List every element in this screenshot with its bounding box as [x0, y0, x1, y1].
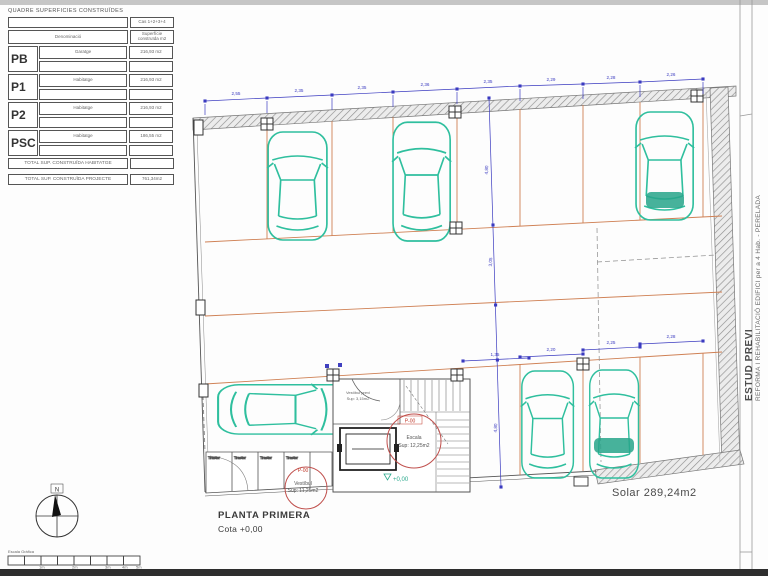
dim-label: 2,35 — [295, 88, 304, 93]
car-top-1 — [267, 132, 328, 240]
vestibul-name: Vestíbul — [294, 481, 312, 487]
compass-needle — [52, 495, 61, 517]
titleblock-text: ESTUD PREVI REFORMA I REHABILITACIÓ EDIF… — [744, 81, 768, 401]
escala-tag: P-00 — [405, 419, 416, 425]
gate-marker — [574, 477, 588, 486]
dim-label: 2,36 — [421, 82, 430, 87]
storage-label: Traster — [208, 456, 221, 460]
dim-label: 4,80 — [493, 423, 498, 433]
dim-label: 2,28 — [607, 75, 616, 80]
vestibul-area: Sup: 11,25m2 — [288, 488, 319, 494]
dashed-reference-lines — [597, 228, 716, 462]
top-wall — [193, 86, 736, 130]
bottom-right-wall — [595, 450, 744, 484]
dim-label: 2,26 — [667, 72, 676, 77]
dim-label: 2,28 — [667, 334, 676, 339]
cad-viewer-screen: QUADRE SUPERFICIES CONSTRUÏDES Cas 1+2+3… — [0, 0, 768, 576]
dim-label: 2,20 — [547, 347, 556, 352]
plan-cota: Cota +0,00 — [218, 524, 263, 534]
storage-label: Traster — [234, 456, 247, 460]
storage-label: Traster — [286, 456, 299, 460]
dim-label: 1,35 — [491, 352, 500, 357]
dim-label: 2,25 — [607, 340, 616, 345]
scale-bar-label: Escala Gràfica — [8, 549, 35, 554]
storage-label: Traster — [260, 456, 273, 460]
car-bottom-right-1 — [521, 371, 574, 478]
solar-area-label: Solar 289,24m2 — [612, 487, 697, 499]
dim-label: 2,29 — [547, 77, 556, 82]
vestibul-previ-name: Vestíbul previ — [346, 390, 370, 395]
car-bottom-right-2 — [589, 370, 639, 478]
car-rear-window — [594, 438, 634, 453]
level-mark: +0,00 — [393, 477, 409, 483]
dim-label: 2,35 — [358, 85, 367, 90]
dim-label: 2,35 — [484, 79, 493, 84]
vestibul-tag: P-00 — [298, 468, 309, 474]
compass: N — [36, 484, 78, 537]
right-wall — [710, 87, 740, 466]
dim-label: 3,05 — [488, 257, 493, 267]
window-bottom-bar — [0, 569, 768, 576]
dim-label: 2,55 — [232, 91, 241, 96]
dim-label: 4,80 — [484, 165, 489, 175]
escala-name: Escala — [406, 435, 421, 441]
scale-bar: Escala Gràfica 1m 2m 3m 4m 5m — [8, 549, 142, 570]
elevator — [337, 428, 399, 470]
survey-mark — [338, 363, 342, 367]
pillars — [194, 90, 703, 397]
storage-compartments: Traster Traster Traster Traster — [206, 452, 332, 493]
plan-title: PLANTA PRIMERA — [218, 510, 310, 521]
compass-north-label: N — [55, 488, 59, 494]
titleblock-project-name: REFORMA I REHABILITACIÓ EDIFICI per a 4 … — [755, 81, 762, 401]
survey-mark — [325, 364, 329, 368]
car-rear-window — [646, 192, 684, 208]
vestibul-previ-area: Sup: 3,15m2 — [347, 396, 370, 401]
titleblock-project-phase: ESTUD PREVI — [744, 81, 755, 401]
car-top-2 — [392, 122, 451, 241]
escala-area: Sup: 12,25m2 — [398, 443, 429, 449]
